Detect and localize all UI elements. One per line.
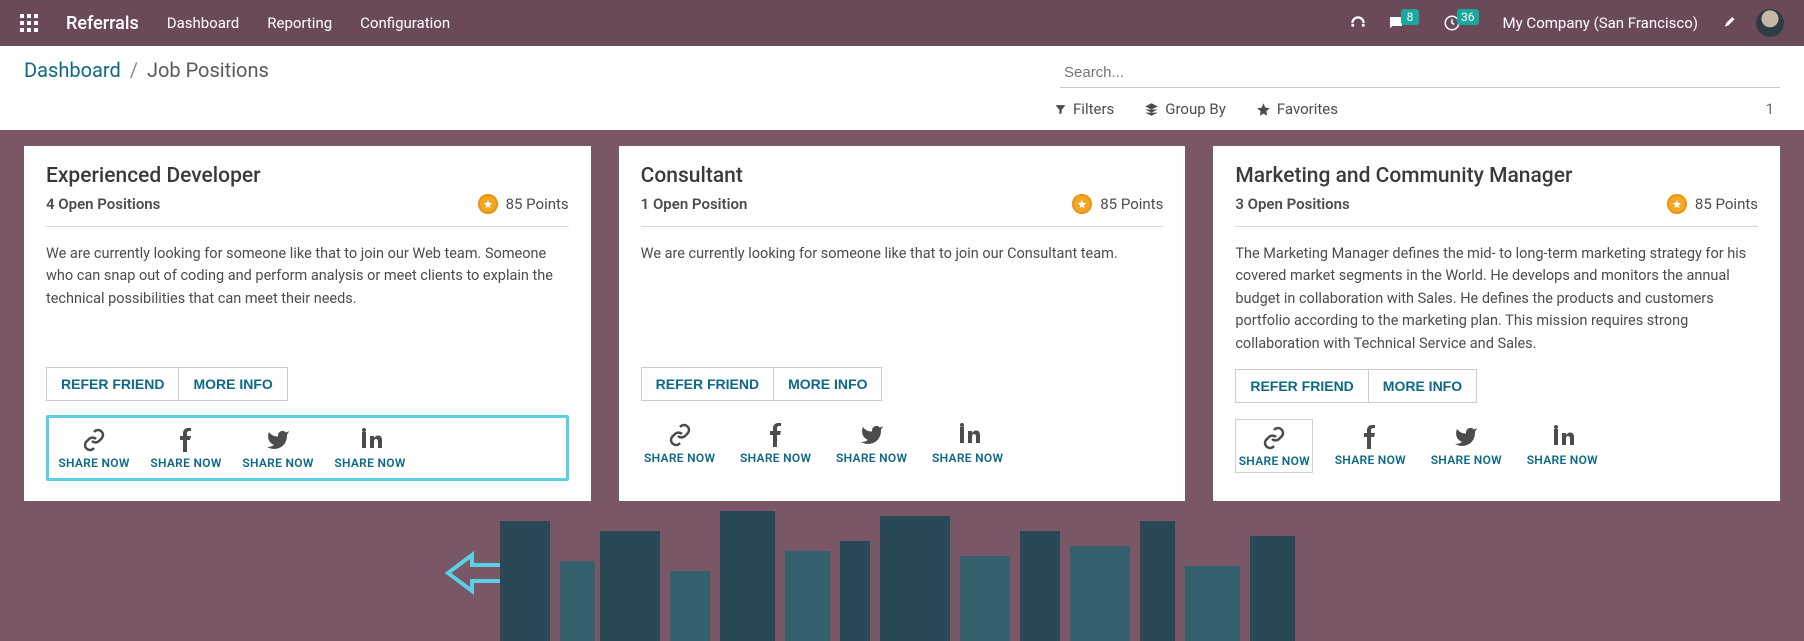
share-linkedin[interactable]: SHARE NOW — [1523, 419, 1601, 473]
open-positions: 1 Open Position — [641, 195, 748, 213]
tools-icon[interactable] — [1718, 14, 1736, 32]
divider — [641, 226, 1164, 227]
job-title: Marketing and Community Manager — [1235, 164, 1758, 188]
funnel-icon — [1054, 103, 1067, 116]
breadcrumb-separator: / — [130, 58, 138, 82]
share-facebook[interactable]: SHARE NOW — [1331, 419, 1409, 473]
more-info-button[interactable]: MORE INFO — [179, 367, 287, 401]
share-facebook[interactable]: SHARE NOW — [737, 417, 815, 469]
twitter-icon — [1454, 425, 1478, 449]
job-title: Experienced Developer — [46, 164, 569, 188]
avatar[interactable] — [1756, 9, 1784, 37]
breadcrumb-parent[interactable]: Dashboard — [24, 58, 121, 82]
job-card: Experienced Developer 4 Open Positions 8… — [24, 146, 591, 501]
share-row: SHARE NOW SHARE NOW SHARE NOW SHARE NOW — [1235, 419, 1758, 473]
job-title: Consultant — [641, 164, 1164, 188]
share-link[interactable]: SHARE NOW — [55, 422, 133, 474]
coin-icon — [1072, 194, 1092, 214]
share-linkedin[interactable]: SHARE NOW — [929, 417, 1007, 469]
share-link[interactable]: SHARE NOW — [641, 417, 719, 469]
job-card: Consultant 1 Open Position 85 Points We … — [619, 146, 1186, 501]
breadcrumb: Dashboard / Job Positions — [24, 58, 269, 82]
coin-icon — [478, 194, 498, 214]
refer-friend-button[interactable]: REFER FRIEND — [641, 367, 774, 401]
refer-friend-button[interactable]: REFER FRIEND — [46, 367, 179, 401]
search-input[interactable] — [1060, 58, 1780, 88]
job-description: The Marketing Manager defines the mid- t… — [1235, 243, 1758, 355]
open-positions: 4 Open Positions — [46, 195, 160, 213]
chat-icon[interactable]: 8 — [1387, 14, 1423, 32]
breadcrumb-current: Job Positions — [147, 58, 269, 82]
job-description: We are currently looking for someone lik… — [641, 243, 1164, 353]
link-icon — [668, 423, 692, 447]
phone-icon[interactable] — [1349, 14, 1367, 32]
twitter-icon — [266, 428, 290, 452]
share-row: SHARE NOW SHARE NOW SHARE NOW SHARE NOW — [641, 417, 1164, 469]
share-facebook[interactable]: SHARE NOW — [147, 422, 225, 474]
share-twitter[interactable]: SHARE NOW — [833, 417, 911, 469]
topbar: Referrals Dashboard Reporting Configurat… — [0, 0, 1804, 46]
linkedin-icon — [358, 428, 382, 452]
chat-badge: 8 — [1401, 9, 1419, 25]
job-description: We are currently looking for someone lik… — [46, 243, 569, 353]
coin-icon — [1667, 194, 1687, 214]
nav-reporting[interactable]: Reporting — [267, 14, 332, 32]
share-linkedin[interactable]: SHARE NOW — [331, 422, 409, 474]
link-icon — [82, 428, 106, 452]
nav-dashboard[interactable]: Dashboard — [167, 14, 240, 32]
kanban-view: Experienced Developer 4 Open Positions 8… — [0, 130, 1804, 501]
facebook-icon — [174, 428, 198, 452]
share-row-highlighted: SHARE NOW SHARE NOW SHARE NOW SHARE NOW — [46, 415, 569, 481]
points: 85 Points — [1667, 194, 1758, 214]
groupby-button[interactable]: Group By — [1144, 100, 1226, 118]
divider — [1235, 226, 1758, 227]
page-indicator: 1 — [1766, 100, 1774, 118]
open-positions: 3 Open Positions — [1235, 195, 1349, 213]
layers-icon — [1144, 102, 1159, 117]
linkedin-icon — [956, 423, 980, 447]
job-card: Marketing and Community Manager 3 Open P… — [1213, 146, 1780, 501]
linkedin-icon — [1550, 425, 1574, 449]
clock-icon[interactable]: 36 — [1443, 14, 1483, 32]
share-link[interactable]: SHARE NOW — [1235, 419, 1313, 473]
star-icon — [1256, 102, 1271, 117]
link-icon — [1262, 426, 1286, 450]
skyline-decoration — [0, 501, 1804, 641]
more-info-button[interactable]: MORE INFO — [1369, 369, 1477, 403]
points: 85 Points — [1072, 194, 1163, 214]
nav-configuration[interactable]: Configuration — [360, 14, 450, 32]
favorites-button[interactable]: Favorites — [1256, 100, 1338, 118]
divider — [46, 226, 569, 227]
clock-badge: 36 — [1457, 9, 1479, 25]
filters-button[interactable]: Filters — [1054, 100, 1114, 118]
share-twitter[interactable]: SHARE NOW — [239, 422, 317, 474]
more-info-button[interactable]: MORE INFO — [774, 367, 882, 401]
share-twitter[interactable]: SHARE NOW — [1427, 419, 1505, 473]
company-selector[interactable]: My Company (San Francisco) — [1503, 14, 1698, 32]
facebook-icon — [1358, 425, 1382, 449]
twitter-icon — [860, 423, 884, 447]
control-panel: Dashboard / Job Positions Filters Group … — [0, 46, 1804, 130]
points: 85 Points — [478, 194, 569, 214]
apps-icon[interactable] — [20, 14, 38, 32]
refer-friend-button[interactable]: REFER FRIEND — [1235, 369, 1368, 403]
facebook-icon — [764, 423, 788, 447]
app-title: Referrals — [66, 13, 139, 34]
